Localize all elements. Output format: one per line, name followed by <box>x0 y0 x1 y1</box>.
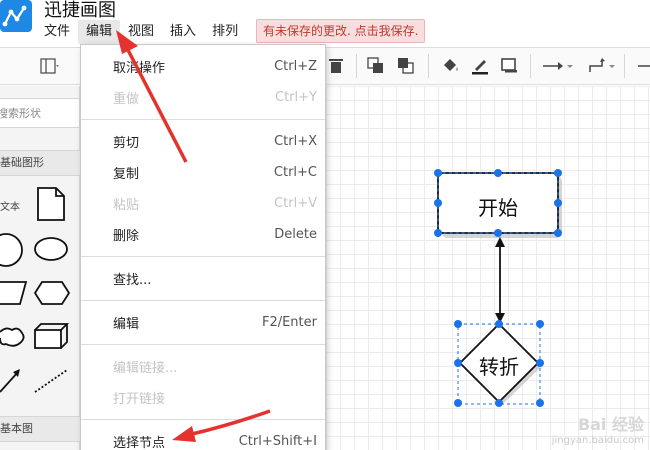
line-color-icon[interactable] <box>470 56 490 76</box>
shape-circle-icon[interactable] <box>0 232 26 268</box>
shape-cloud-icon[interactable] <box>0 324 26 350</box>
app-title: 迅捷画图 <box>44 0 116 21</box>
menu-item-select-vertices[interactable]: 选择节点 Ctrl+Shift+I <box>81 426 325 450</box>
menu-item-edit-link: 编辑链接... <box>113 360 178 376</box>
diagram-canvas[interactable] <box>326 86 650 450</box>
to-back-icon[interactable] <box>396 56 416 76</box>
menu-item-undo[interactable]: 取消操作 Ctrl+Z <box>81 51 325 81</box>
menu-item-open-link: 打开链接 <box>113 391 166 407</box>
menu-file[interactable]: 文件 <box>36 20 78 44</box>
menu-arrange[interactable]: 排列 <box>204 20 246 44</box>
menubar: 文件 编辑 视图 插入 排列 <box>36 20 246 44</box>
decision-node-label[interactable]: 转折 <box>458 351 540 380</box>
section-more-shapes[interactable]: 基本图 <box>0 416 80 442</box>
shape-sidebar: 搜索形状 基础图形 文本 基本图 <box>0 86 80 450</box>
unsaved-changes-button[interactable]: 有未保存的更改. 点击我保存. <box>256 19 426 43</box>
waypoint-icon[interactable] <box>588 56 620 76</box>
shape-arrow-icon[interactable] <box>0 368 24 394</box>
fill-color-icon[interactable] <box>440 56 460 76</box>
shape-ellipse-icon[interactable] <box>33 236 69 262</box>
app-window: 迅捷画图 文件 编辑 视图 插入 排列 有未保存的更改. 点击我保存. 搜索形状… <box>0 0 650 450</box>
shape-cube-icon[interactable] <box>33 322 71 350</box>
shadow-icon[interactable] <box>500 56 520 76</box>
line-start-icon[interactable] <box>632 56 650 76</box>
watermark: Bai 经验 jingyan.baidu.com <box>551 415 644 446</box>
menu-item-find[interactable]: 查找... <box>81 263 325 293</box>
connector-arrow-icon[interactable] <box>542 56 574 76</box>
menu-item-edit[interactable]: 编辑 F2/Enter <box>81 307 325 337</box>
shape-document-icon[interactable] <box>36 186 66 222</box>
menu-item-delete[interactable]: 删除 Delete <box>81 219 325 249</box>
edit-menu-dropdown: 取消操作 Ctrl+Z 重做 Ctrl+Y 剪切 Ctrl+X 复制 Ctrl+C 粘贴… <box>80 44 326 450</box>
menu-view[interactable]: 视图 <box>120 20 162 44</box>
menu-item-cut[interactable]: 剪切 Ctrl+X <box>81 126 325 156</box>
shape-parallelogram-icon[interactable] <box>0 280 28 306</box>
delete-icon[interactable] <box>326 56 346 76</box>
format-panel-icon[interactable] <box>40 56 60 76</box>
menu-item-paste: 粘贴 Ctrl+V <box>113 195 317 213</box>
menu-item-redo: 重做 Ctrl+Y <box>113 89 317 107</box>
menu-item-copy[interactable]: 复制 Ctrl+C <box>81 157 325 187</box>
section-basic-shapes[interactable]: 基础图形 <box>0 150 80 176</box>
menu-insert[interactable]: 插入 <box>162 20 204 44</box>
shape-text[interactable]: 文本 <box>0 198 20 213</box>
app-logo <box>0 0 32 32</box>
start-node-label[interactable]: 开始 <box>438 192 558 221</box>
shape-hexagon-icon[interactable] <box>33 280 71 306</box>
menu-edit[interactable]: 编辑 <box>78 20 121 44</box>
shape-search-input[interactable]: 搜索形状 <box>0 98 80 128</box>
to-front-icon[interactable] <box>366 56 386 76</box>
shape-dotted-line-icon[interactable] <box>33 368 69 394</box>
